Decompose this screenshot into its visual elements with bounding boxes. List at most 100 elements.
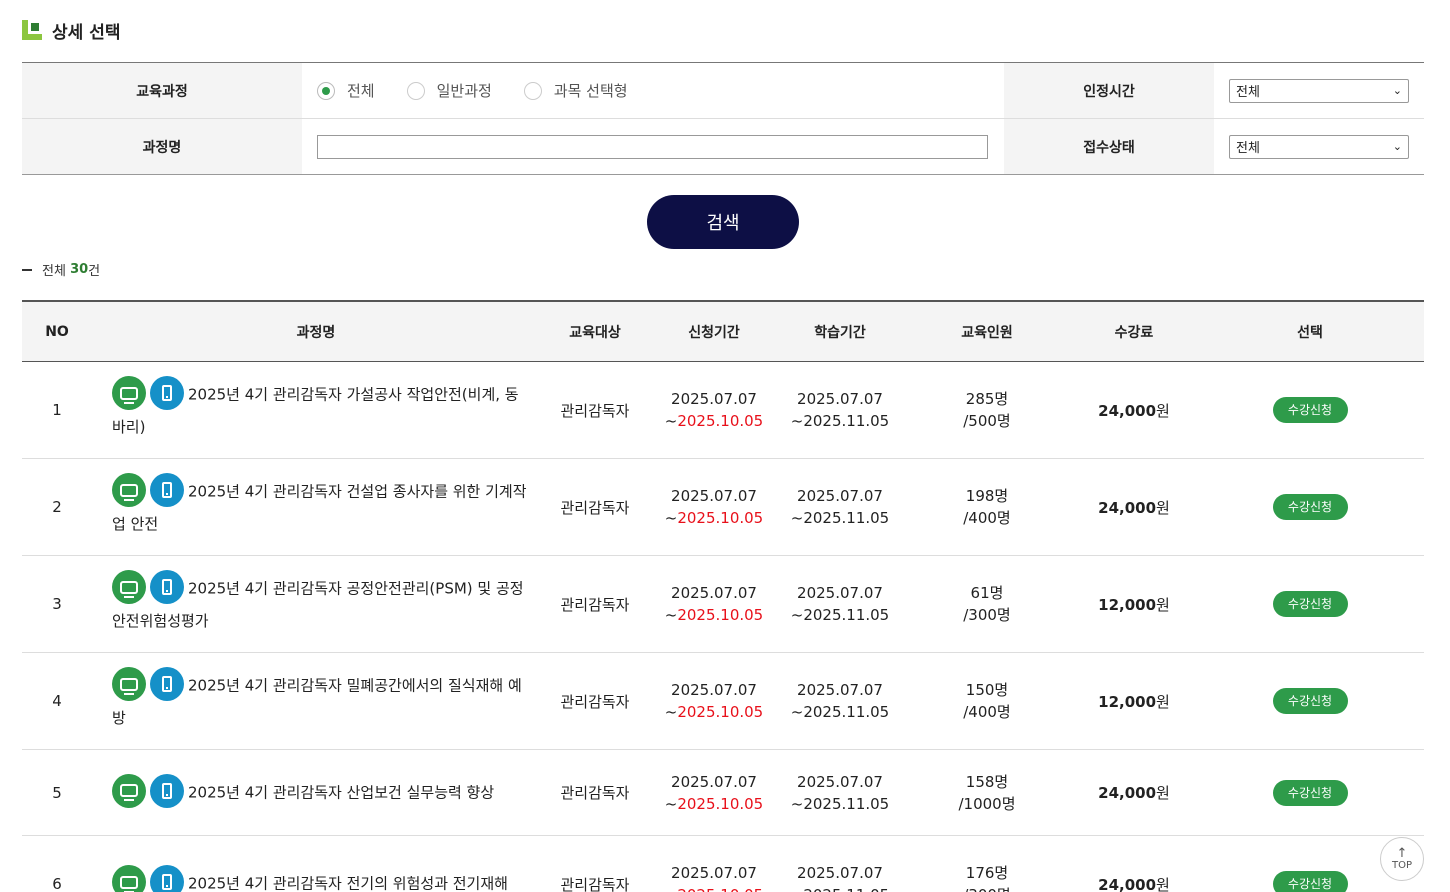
monitor-icon bbox=[112, 570, 146, 604]
hours-label: 인정시간 bbox=[1004, 63, 1214, 118]
section-title: 상세 선택 bbox=[52, 22, 121, 43]
select-cell: 수강신청 bbox=[1196, 494, 1424, 520]
study-start: 2025.07.07 bbox=[797, 681, 883, 699]
course-radio-group: 전체 일반과정 과목 선택형 bbox=[302, 63, 1004, 118]
enrolled-count: 285명 bbox=[965, 390, 1009, 408]
apply-end: ~2025.10.05 bbox=[664, 412, 764, 430]
name-label: 과정명 bbox=[22, 119, 302, 174]
course-fee: 24,000원 bbox=[1098, 875, 1170, 892]
apply-end: ~2025.10.05 bbox=[664, 509, 764, 527]
mobile-icon bbox=[150, 773, 184, 808]
study-end: ~2025.11.05 bbox=[790, 703, 890, 721]
capacity: /500명 bbox=[963, 412, 1011, 430]
enrollment: 176명/300명 bbox=[902, 862, 1072, 892]
header-target: 교육대상 bbox=[569, 324, 621, 341]
apply-button[interactable]: 수강신청 bbox=[1272, 688, 1348, 714]
apply-end: ~2025.10.05 bbox=[664, 794, 764, 813]
course-name: 2025년 4기 관리감독자 산업보건 실무능력 향상 bbox=[92, 773, 540, 810]
study-start: 2025.07.07 bbox=[797, 487, 883, 505]
radio-unchecked-icon bbox=[406, 81, 425, 100]
row-no: 5 bbox=[52, 783, 62, 802]
enrollment: 158명/1000명 bbox=[902, 771, 1072, 815]
capacity: /300명 bbox=[902, 884, 1072, 892]
monitor-icon bbox=[112, 376, 146, 410]
course-name-input[interactable] bbox=[317, 134, 988, 159]
enrollment: 150명/400명 bbox=[902, 679, 1072, 723]
table-row: 4 2025년 4기 관리감독자 밀폐공간에서의 질식재해 예방 관리감독자 2025… bbox=[22, 653, 1424, 750]
apply-start: 2025.07.07 bbox=[671, 584, 757, 602]
header-select: 선택 bbox=[1297, 324, 1323, 341]
scroll-top-button[interactable]: ↑ TOP bbox=[1380, 837, 1424, 881]
study-start: 2025.07.07 bbox=[797, 390, 883, 408]
enrolled-count: 158명 bbox=[965, 772, 1009, 791]
course-name: 2025년 4기 관리감독자 가설공사 작업안전(비계, 동바리) bbox=[92, 376, 540, 442]
course-target: 관리감독자 bbox=[560, 784, 630, 802]
arrow-up-icon: ↑ bbox=[1396, 845, 1408, 861]
course-fee: 24,000원 bbox=[1098, 784, 1170, 802]
apply-end: ~2025.10.05 bbox=[650, 884, 778, 892]
apply-start: 2025.07.07 bbox=[671, 681, 757, 699]
course-target: 관리감독자 bbox=[560, 401, 630, 420]
status-select[interactable]: 전체 ⌄ bbox=[1229, 134, 1409, 159]
course-name: 2025년 4기 관리감독자 건설업 종사자를 위한 기계작업 안전 bbox=[92, 473, 540, 539]
filter-row-2: 과정명 접수상태 전체 ⌄ bbox=[22, 119, 1424, 175]
apply-start: 2025.07.07 bbox=[671, 487, 757, 505]
study-end: ~2025.11.05 bbox=[790, 412, 890, 430]
table-row: 2 2025년 4기 관리감독자 건설업 종사자를 위한 기계작업 안전 관리감독자… bbox=[22, 459, 1424, 556]
apply-period: 2025.07.07 ~2025.10.05 bbox=[650, 485, 778, 529]
course-list-table: NO 과정명 교육대상 신청기간 학습기간 교육인원 수강료 선택 1 2025년… bbox=[22, 300, 1424, 892]
apply-start: 2025.07.07 bbox=[671, 772, 757, 791]
course-target: 관리감독자 bbox=[560, 498, 630, 517]
course-title[interactable]: 2025년 4기 관리감독자 산업보건 실무능력 향상 bbox=[188, 783, 494, 801]
search-button[interactable]: 검색 bbox=[647, 195, 799, 249]
header-enrollment: 교육인원 bbox=[961, 324, 1013, 341]
study-period: 2025.07.07 ~2025.11.05 bbox=[778, 679, 902, 723]
enrolled-count: 150명 bbox=[965, 681, 1009, 699]
apply-period: 2025.07.07 ~2025.10.05 bbox=[650, 388, 778, 432]
radio-subject-select[interactable]: 과목 선택형 bbox=[523, 80, 628, 101]
header-apply-period: 신청기간 bbox=[688, 324, 740, 341]
course-name: 2025년 4기 관리감독자 공정안전관리(PSM) 및 공정안전위험성평가 bbox=[92, 570, 540, 636]
study-period: 2025.07.07 ~2025.11.05 bbox=[778, 485, 902, 529]
monitor-icon bbox=[112, 773, 146, 808]
course-target: 관리감독자 bbox=[560, 692, 630, 711]
table-header: NO 과정명 교육대상 신청기간 학습기간 교육인원 수강료 선택 bbox=[22, 302, 1424, 362]
enrolled-count: 198명 bbox=[965, 487, 1009, 505]
study-start: 2025.07.07 bbox=[797, 584, 883, 602]
section-heading: 상세 선택 bbox=[22, 18, 121, 43]
study-period: 2025.07.07 ~2025.11.05 bbox=[778, 388, 902, 432]
monitor-icon bbox=[112, 865, 146, 892]
radio-all[interactable]: 전체 bbox=[317, 80, 375, 101]
header-study-period: 학습기간 bbox=[814, 324, 866, 341]
hours-cell: 전체 ⌄ bbox=[1214, 63, 1424, 118]
select-cell: 수강신청 bbox=[1196, 397, 1424, 423]
capacity: /1000명 bbox=[958, 794, 1016, 813]
table-row: 5 2025년 4기 관리감독자 산업보건 실무능력 향상 관리감독자 2025.07… bbox=[22, 750, 1424, 836]
study-period: 2025.07.07 ~2025.11.05 bbox=[778, 771, 902, 815]
row-no: 2 bbox=[52, 498, 62, 516]
course-name: 2025년 4기 관리감독자 전기의 위험성과 전기재해 bbox=[92, 865, 540, 892]
apply-start: 2025.07.07 bbox=[671, 864, 757, 882]
select-cell: 수강신청 bbox=[1196, 591, 1424, 617]
capacity: /300명 bbox=[963, 606, 1011, 624]
course-fee: 12,000원 bbox=[1098, 595, 1170, 614]
apply-period: 2025.07.07 ~2025.10.05 bbox=[650, 582, 778, 626]
study-end: ~2025.11.05 bbox=[778, 884, 902, 892]
radio-checked-icon bbox=[317, 81, 335, 100]
course-title[interactable]: 2025년 4기 관리감독자 전기의 위험성과 전기재해 bbox=[188, 875, 508, 892]
apply-button[interactable]: 수강신청 bbox=[1272, 397, 1348, 423]
apply-button[interactable]: 수강신청 bbox=[1272, 494, 1348, 520]
mobile-icon bbox=[150, 376, 184, 410]
radio-general[interactable]: 일반과정 bbox=[406, 80, 492, 101]
enrollment: 61명/300명 bbox=[902, 582, 1072, 626]
hours-select[interactable]: 전체 ⌄ bbox=[1229, 78, 1409, 103]
capacity: /400명 bbox=[963, 509, 1011, 527]
apply-button[interactable]: 수강신청 bbox=[1272, 779, 1348, 806]
study-end: ~2025.11.05 bbox=[790, 794, 890, 813]
course-target: 관리감독자 bbox=[560, 875, 630, 892]
table-row: 3 2025년 4기 관리감독자 공정안전관리(PSM) 및 공정안전위험성평가 관… bbox=[22, 556, 1424, 653]
apply-button[interactable]: 수강신청 bbox=[1272, 591, 1348, 617]
capacity: /400명 bbox=[963, 703, 1011, 721]
apply-button[interactable]: 수강신청 bbox=[1272, 871, 1348, 892]
course-fee: 24,000원 bbox=[1098, 498, 1170, 517]
